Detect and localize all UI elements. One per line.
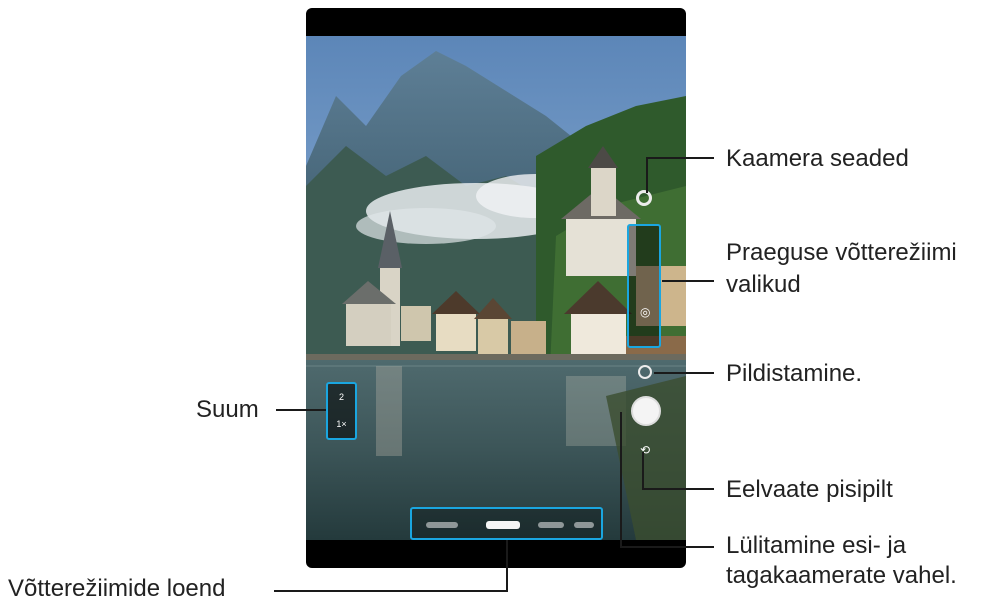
leader-line-modes-v: [506, 540, 508, 592]
shooting-mode-list[interactable]: [410, 507, 603, 540]
leader-line-thumbnail-h: [642, 488, 714, 490]
mode-item[interactable]: [574, 522, 594, 528]
label-switch-cameras-1: Lülitamine esi- ja: [726, 532, 907, 559]
option-icon[interactable]: ◎: [640, 306, 650, 318]
label-switch-cameras-2: tagakaamerate vahel.: [726, 562, 957, 589]
label-take-picture: Pildistamine.: [726, 360, 863, 387]
label-camera-settings: Kaamera seaded: [726, 145, 909, 172]
leader-line-switch-h: [620, 546, 714, 548]
label-zoom: Suum: [196, 396, 259, 423]
mode-item[interactable]: [426, 522, 458, 528]
mode-item-active[interactable]: [486, 521, 520, 529]
label-mode-options-2: valikud: [726, 271, 801, 298]
leader-line-switch-v: [620, 412, 622, 548]
mode-item[interactable]: [538, 522, 564, 528]
shutter-button-icon[interactable]: [631, 396, 661, 426]
leader-line-settings: [646, 157, 648, 193]
label-mode-list: Võtterežiimide loend: [8, 575, 226, 602]
zoom-option-2x[interactable]: 2: [328, 392, 355, 402]
leader-line-modes-h: [274, 590, 508, 592]
leader-line-settings-h: [646, 157, 714, 159]
mode-options-panel[interactable]: ◎: [627, 224, 661, 348]
preview-thumbnail-icon[interactable]: [638, 365, 652, 379]
label-preview-thumbnail: Eelvaate pisipilt: [726, 476, 893, 503]
zoom-control[interactable]: 2 1×: [326, 382, 357, 440]
zoom-option-1x[interactable]: 1×: [328, 419, 355, 429]
leader-line-shutter: [654, 372, 714, 374]
leader-line-thumbnail-v: [642, 452, 644, 490]
gear-icon[interactable]: [636, 190, 652, 206]
leader-line-zoom: [276, 409, 326, 411]
leader-line-options: [662, 280, 714, 282]
label-mode-options-1: Praeguse võtterežiimi: [726, 239, 957, 266]
